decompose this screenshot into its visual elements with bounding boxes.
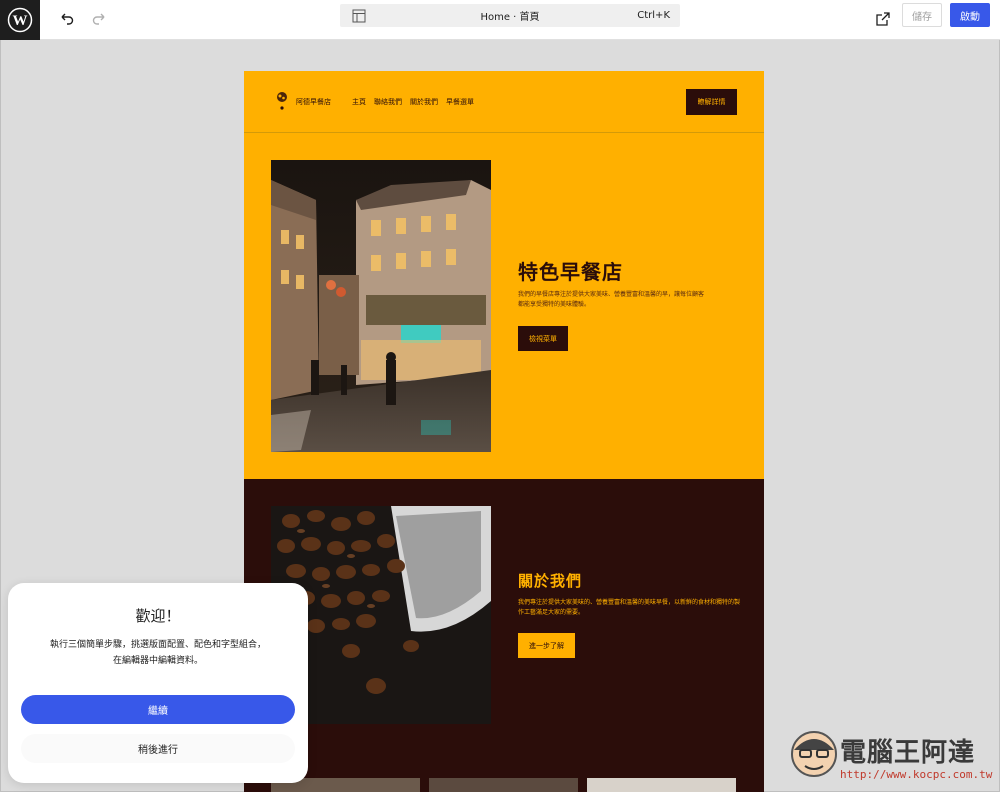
watermark: 電腦王阿達 http://www.kocpc.com.tw <box>790 728 993 786</box>
hero-section: 特色早餐店 我們的早餐店專注於提供大家美味、營養豐富和溫馨的早，讓每位顧客都能享… <box>244 133 764 479</box>
editor-topbar: W Home · 首頁 Ctrl+K 儲存 啟動 <box>0 0 1000 40</box>
welcome-body-line1: 執行三個簡單步驟，挑選版面配置、配色和字型組合， <box>49 640 266 650</box>
gallery-thumb <box>587 778 736 792</box>
continue-button[interactable]: 繼續 <box>21 695 295 724</box>
hero-description: 我們的早餐店專注於提供大家美味、營養豐富和溫馨的早，讓每位顧客都能享受獨特的美味… <box>518 291 705 308</box>
gallery-thumb <box>429 778 578 792</box>
watermark-text: 電腦王阿達 <box>840 738 976 768</box>
nav-item-home[interactable]: 主頁 <box>352 97 366 107</box>
hero-heading: 特色早餐店 <box>518 260 623 284</box>
redo-icon[interactable] <box>88 8 110 30</box>
nav-item-menu[interactable]: 早餐選單 <box>446 97 474 107</box>
do-later-button[interactable]: 稍後進行 <box>21 734 295 763</box>
welcome-dialog: 歡迎！ 執行三個簡單步驟，挑選版面配置、配色和字型組合， 在編輯器中編輯資料。 … <box>8 583 308 783</box>
command-palette-bar[interactable]: Home · 首頁 Ctrl+K <box>340 4 680 27</box>
mascot-face-icon <box>791 731 837 777</box>
command-title: Home · 首頁 <box>480 12 540 23</box>
welcome-title: 歡迎！ <box>135 607 181 625</box>
site-preview-canvas[interactable]: 阿德早餐店 主頁 聯絡我們 關於我們 早餐選單 瞭解詳情 特色早餐店 我們的早餐… <box>244 71 764 792</box>
nav-item-about[interactable]: 關於我們 <box>410 97 438 107</box>
external-link-icon[interactable] <box>872 8 894 30</box>
command-shortcut: Ctrl+K <box>637 10 670 21</box>
site-title[interactable]: 阿德早餐店 <box>296 97 331 107</box>
about-heading: 關於我們 <box>518 572 583 590</box>
site-header: 阿德早餐店 主頁 聯絡我們 關於我們 早餐選單 瞭解詳情 <box>244 71 764 133</box>
site-navigation: 主頁 聯絡我們 關於我們 早餐選單 <box>352 97 474 107</box>
activate-button[interactable]: 啟動 <box>950 3 990 27</box>
welcome-body-line2: 在編輯器中編輯資料。 <box>112 656 203 666</box>
learn-more-button[interactable]: 瞭解詳情 <box>686 89 737 115</box>
view-menu-button[interactable]: 檢視菜單 <box>518 326 568 351</box>
street-photo <box>271 160 491 452</box>
gallery-thumbnails <box>271 778 736 792</box>
layout-icon <box>352 9 366 23</box>
welcome-body: 執行三個簡單步驟，挑選版面配置、配色和字型組合， 在編輯器中編輯資料。 <box>28 637 288 669</box>
about-description: 我們專注於提供大家美味的、營養豐富和溫馨的美味早餐，以新鮮的食材和獨特的製作工藝… <box>518 599 741 616</box>
nav-item-contact[interactable]: 聯絡我們 <box>374 97 402 107</box>
learn-more-about-button[interactable]: 進一步了解 <box>518 633 575 658</box>
about-section: 關於我們 我們專注於提供大家美味的、營養豐富和溫馨的美味早餐，以新鮮的食材和獨特… <box>244 479 764 792</box>
site-logo-icon[interactable] <box>275 91 289 111</box>
undo-icon[interactable] <box>56 8 78 30</box>
watermark-url: http://www.kocpc.com.tw <box>840 768 993 781</box>
svg-text:W: W <box>13 13 28 29</box>
save-button[interactable]: 儲存 <box>902 3 942 27</box>
wordpress-logo-icon[interactable]: W <box>0 0 40 40</box>
